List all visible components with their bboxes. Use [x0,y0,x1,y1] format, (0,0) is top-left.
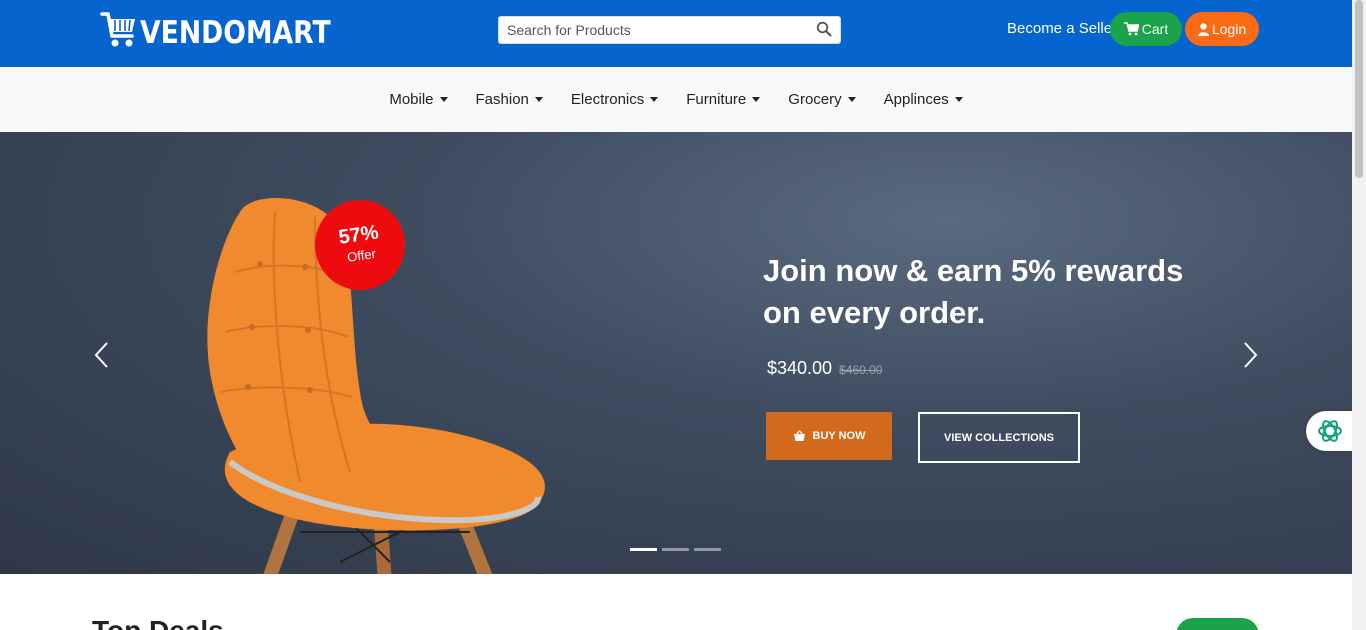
category-appliances-dropdown[interactable]: Applinces [870,91,977,108]
caret-down-icon [847,97,856,102]
category-label: Grocery [788,91,842,108]
login-button[interactable]: Login [1185,12,1259,46]
logo[interactable]: VENDOMART [100,10,362,50]
category-furniture-dropdown[interactable]: Furniture [672,91,774,108]
old-price: $460.00 [839,363,883,377]
user-icon [1197,22,1209,36]
caret-down-icon [439,97,448,102]
become-seller-link[interactable]: Become a Seller [1007,20,1117,37]
search-icon [816,21,832,37]
category-label: Applinces [883,91,949,108]
current-price: $340.00 [767,358,833,378]
category-fashion-dropdown[interactable]: Fashion [462,91,557,108]
buy-now-label: BUY NOW [812,430,866,442]
cart-button[interactable]: Cart [1110,12,1182,46]
search-button[interactable] [816,21,834,39]
cart-icon [1123,22,1139,36]
hero-headline: Join now & earn 5% rewards on every orde… [763,253,1184,330]
carousel-indicator[interactable] [662,548,689,551]
chevron-left-icon [94,342,108,368]
hero-price: $340.00 $460.00 [767,358,882,379]
category-grocery-dropdown[interactable]: Grocery [774,91,869,108]
scrollbar[interactable] [1352,0,1366,630]
assistant-icon [1318,420,1342,442]
caret-down-icon [534,97,543,102]
top-header: VENDOMART Become a Seller Cart Login [0,0,1352,67]
logo-text: VENDOMART [140,14,331,51]
cart-label: Cart [1141,21,1169,37]
category-label: Mobile [389,91,434,108]
view-all-button[interactable] [1176,618,1259,630]
category-nav: Mobile Fashion Electronics Furniture Gro… [0,67,1352,132]
section-title: Top Deals [92,615,224,630]
login-label: Login [1211,21,1247,37]
assistant-widget[interactable] [1306,411,1354,451]
search-box [498,16,841,44]
buy-now-button[interactable]: BUY NOW [766,412,892,460]
category-label: Fashion [475,91,529,108]
caret-down-icon [752,97,761,102]
caret-down-icon [954,97,963,102]
search-input[interactable] [499,17,809,43]
caret-down-icon [650,97,659,102]
chevron-right-icon [1244,342,1258,368]
carousel-indicators [630,548,721,551]
carousel-indicator[interactable] [694,548,721,551]
category-label: Electronics [570,91,645,108]
hero-carousel: 57% Offer Join now & earn 5% rewards on … [0,132,1352,574]
cart-logo-icon [100,12,135,47]
view-collections-label: VIEW COLLECTIONS [944,431,1054,444]
basket-icon [793,430,805,441]
category-mobile-dropdown[interactable]: Mobile [375,91,461,108]
category-label: Furniture [686,91,747,108]
carousel-prev-button[interactable] [92,340,112,370]
scrollbar-thumb[interactable] [1355,0,1363,178]
carousel-indicator[interactable] [630,548,657,551]
view-collections-button[interactable]: VIEW COLLECTIONS [918,412,1080,463]
category-electronics-dropdown[interactable]: Electronics [557,91,672,108]
carousel-next-button[interactable] [1240,340,1260,370]
